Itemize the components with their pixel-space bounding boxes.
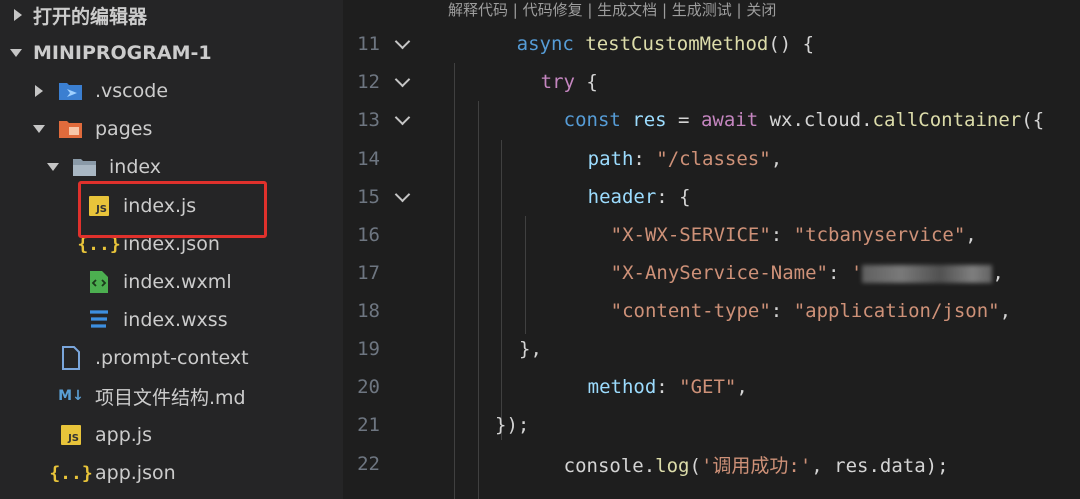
tree-item-md[interactable]: M↓ 项目文件结构.md [0,377,343,415]
tree-item-label: index.wxml [123,271,232,293]
tree-item-app-json[interactable]: {..} app.json [0,454,343,492]
chevron-right-icon[interactable] [31,83,47,99]
explorer-sidebar: 打开的编辑器 MINIPROGRAM-1 .vscode pages index… [0,0,343,499]
open-editors-label: 打开的编辑器 [33,5,148,28]
project-section[interactable]: MINIPROGRAM-1 [0,34,343,72]
code-line[interactable]: 18 "content-type": "application/json", [343,292,1080,330]
line-number: 15 [357,186,380,208]
chevron-down-icon[interactable] [8,45,24,61]
chevron-right-icon[interactable] [10,7,26,23]
tree-item-label: index.wxss [123,309,228,331]
tree-item-label: app.js [95,424,152,446]
fold-chevron-icon[interactable] [394,33,411,52]
line-number: 16 [357,224,380,246]
tree-item-label: pages [95,118,153,140]
tree-item-index-wxml[interactable]: index.wxml [0,263,343,301]
line-number: 21 [357,414,380,436]
css-file-icon [86,307,112,333]
line-number: 18 [357,300,380,322]
tree-item-prompt-context[interactable]: .prompt-context [0,339,343,377]
fold-chevron-icon[interactable] [394,71,411,90]
tree-item-label: 项目文件结构.md [95,386,246,409]
folder-open-icon [72,154,98,180]
js-file-icon: JS [58,422,84,448]
chevron-down-icon[interactable] [31,121,47,137]
code-line[interactable]: 14 path: "/classes", [343,140,1080,178]
tree-item-label: index [109,156,161,178]
code-editor[interactable]: 解释代码 | 代码修复 | 生成文档 | 生成测试 | 关闭 11 async … [343,0,1080,499]
tree-item-label: .vscode [95,80,169,102]
tree-item-pages[interactable]: pages [0,110,343,148]
line-number: 14 [357,148,380,170]
line-number: 19 [357,338,380,360]
open-editors-section[interactable]: 打开的编辑器 [0,0,343,34]
json-file-icon: {..} [49,462,93,484]
line-number: 11 [357,33,380,55]
code-line[interactable]: 20 method: "GET", [343,368,1080,406]
project-label: MINIPROGRAM-1 [33,42,212,64]
fold-chevron-icon[interactable] [394,109,411,128]
line-number: 17 [357,262,380,284]
wxml-file-icon [86,269,112,295]
code-line[interactable]: 11 async testCustomMethod() { [343,25,1080,63]
tree-item-app-js[interactable]: JS app.js [0,416,343,454]
fold-chevron-icon[interactable] [394,186,411,205]
tree-item-label: app.json [95,462,176,484]
tree-item-vscode[interactable]: .vscode [0,72,343,110]
markdown-file-icon: M↓ [58,388,84,404]
line-number: 12 [357,71,380,93]
vscode-folder-icon [58,78,84,104]
code-line[interactable]: 22 console.log('调用成功:', res.data); [343,445,1080,483]
line-number: 13 [357,109,380,131]
pages-folder-icon [58,116,84,142]
tree-item-index-wxss[interactable]: index.wxss [0,301,343,339]
line-number: 20 [357,376,380,398]
selection-highlight-box [78,181,267,238]
file-icon [58,345,84,371]
line-number: 22 [357,453,380,475]
tree-item-label: .prompt-context [95,347,249,369]
chevron-down-icon[interactable] [45,159,61,175]
